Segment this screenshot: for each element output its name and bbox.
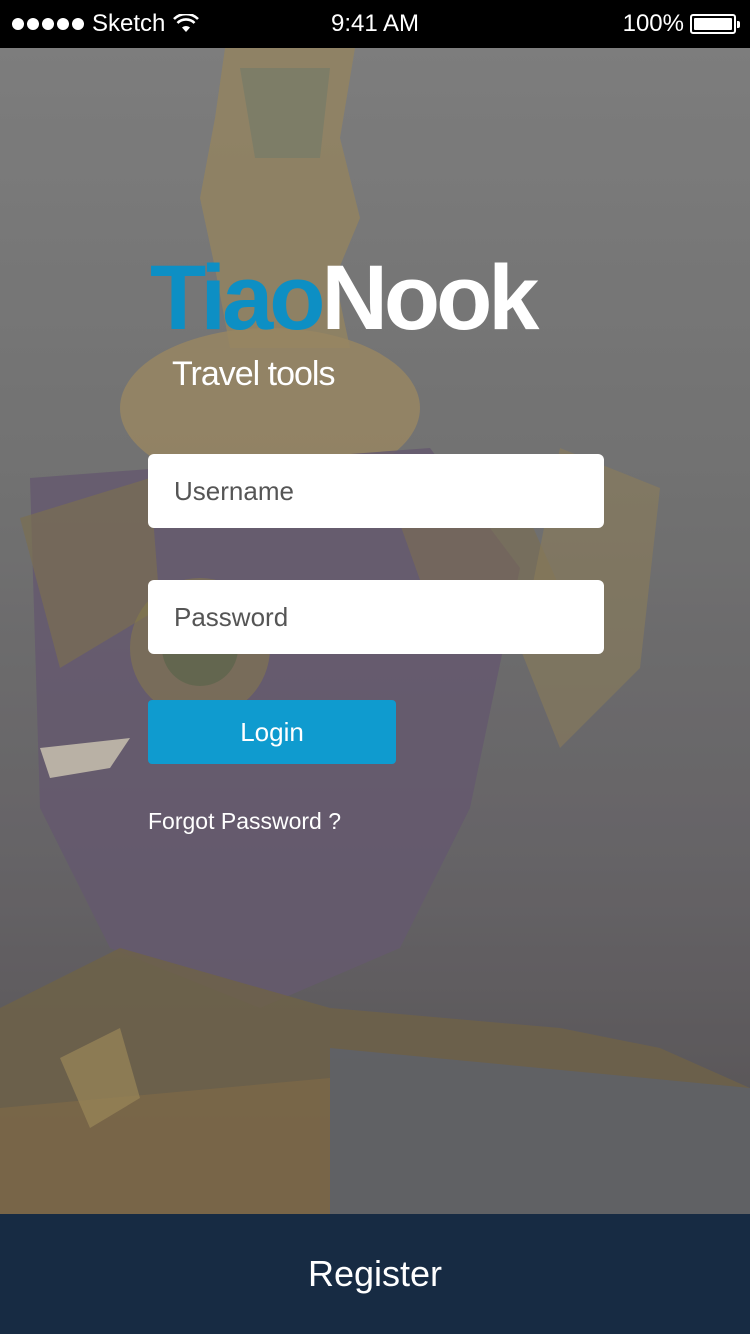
username-input[interactable]	[148, 454, 604, 528]
logo-part-tiao: Tiao	[150, 247, 325, 349]
forgot-password-link[interactable]: Forgot Password ?	[148, 806, 341, 836]
logo-part-nook: Nook	[321, 247, 539, 349]
app-tagline: Travel tools	[172, 355, 335, 393]
register-button[interactable]: Register	[0, 1214, 750, 1334]
status-right: 100%	[622, 10, 740, 38]
app-logo: TiaoNook	[150, 247, 539, 349]
battery-percent: 100%	[622, 10, 684, 37]
status-bar: Sketch 9:41 AM 100%	[0, 0, 750, 48]
login-button[interactable]: Login	[148, 700, 396, 764]
battery-icon	[690, 14, 740, 34]
password-input[interactable]	[148, 580, 604, 654]
